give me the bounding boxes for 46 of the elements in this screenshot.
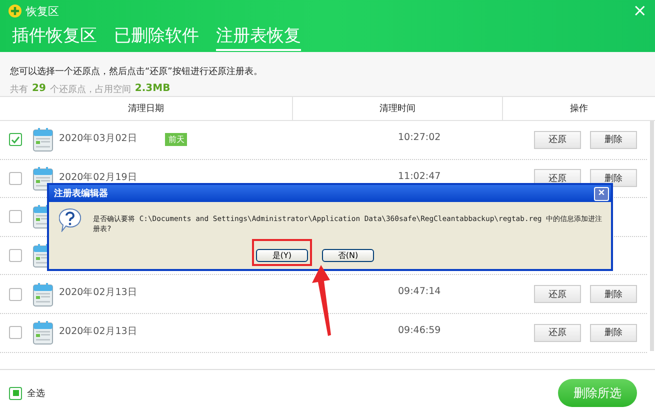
scrollbar[interactable] — [650, 121, 654, 351]
date-text: 2020年02月13日 — [59, 286, 138, 300]
restore-point-count: 29 — [32, 83, 46, 96]
dialog-title: 注册表编辑器 — [54, 187, 109, 200]
instruction-text: 您可以选择一个还原点，然后点击“还原”按钮进行还原注册表。 — [10, 66, 264, 78]
summary-label: 共有 — [10, 84, 28, 96]
delete-button[interactable]: 删除 — [590, 285, 637, 304]
day-tag: 前天 — [165, 133, 188, 146]
plus-logo-icon — [8, 4, 22, 18]
date-text: 2020年02月19日 — [59, 170, 138, 184]
square-icon — [12, 390, 18, 396]
restore-button[interactable]: 还原 — [534, 324, 581, 342]
checkbox[interactable] — [9, 210, 22, 224]
time-text: 10:27:02 — [398, 132, 441, 143]
checkbox[interactable] — [9, 249, 22, 262]
restore-button[interactable]: 还原 — [534, 285, 581, 304]
time-text: 11:02:47 — [398, 170, 441, 182]
calendar-icon — [33, 320, 53, 346]
calendar-icon — [33, 166, 53, 191]
close-button[interactable]: × — [594, 186, 609, 200]
no-button[interactable]: 否(N) — [322, 249, 374, 262]
select-all-label: 全选 — [27, 388, 46, 400]
window-title: 恢复区 — [26, 4, 60, 18]
summary-label: 个还原点，占用空间 — [50, 84, 131, 96]
date-text: 2020年02月13日 — [59, 324, 138, 338]
time-text: 09:46:59 — [398, 324, 441, 336]
checkbox[interactable] — [9, 172, 22, 185]
question-icon — [59, 208, 81, 232]
select-all-checkbox[interactable] — [9, 386, 22, 400]
delete-button[interactable]: 删除 — [590, 130, 637, 149]
checkbox[interactable] — [9, 288, 22, 301]
arrow-icon — [312, 265, 334, 337]
checkbox[interactable] — [9, 133, 22, 146]
calendar-icon — [33, 127, 53, 152]
yes-button[interactable]: 是(Y) — [256, 249, 308, 262]
calendar-icon — [33, 282, 53, 307]
checkbox[interactable] — [9, 326, 22, 340]
restore-button[interactable]: 还原 — [534, 130, 581, 149]
column-header: 清理时间 — [293, 97, 503, 120]
time-text: 09:47:14 — [398, 286, 441, 298]
date-text: 2020年03月02日 — [59, 132, 138, 145]
checkmark-icon — [11, 136, 20, 144]
delete-button[interactable]: 删除 — [590, 324, 637, 342]
column-header: 操作 — [569, 102, 589, 116]
column-header: 清理日期 — [0, 97, 293, 120]
space-used: 2.3MB — [134, 83, 170, 96]
